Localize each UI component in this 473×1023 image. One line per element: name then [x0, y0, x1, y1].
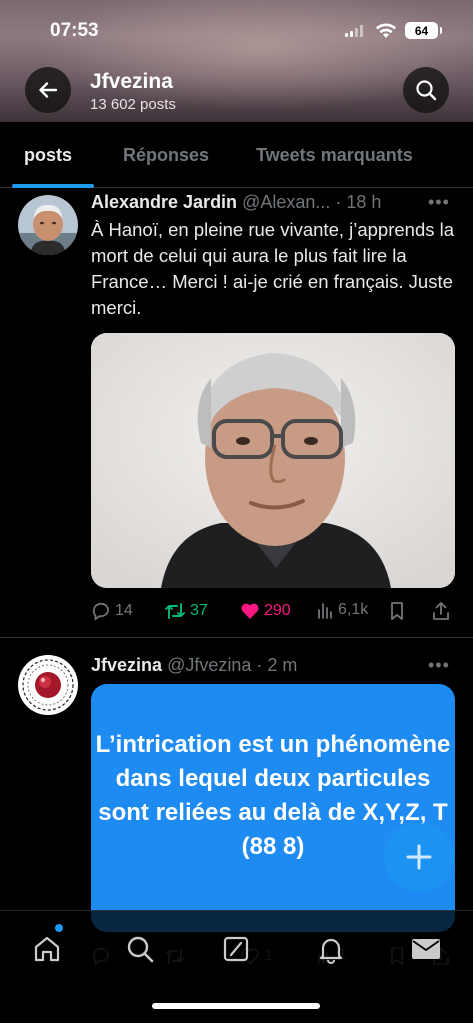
notification-dot — [55, 924, 63, 932]
status-time: 07:53 — [50, 20, 99, 41]
author-name[interactable]: Alexandre Jardin — [91, 192, 237, 212]
reply-count: 14 — [115, 602, 133, 619]
profile-header: 07:53 64 Jfvezina 13 602 posts — [0, 0, 473, 122]
tab-posts[interactable]: posts — [24, 145, 72, 166]
tweet-actions: 14 37 290 6,1k — [91, 601, 456, 625]
active-tab-indicator — [12, 184, 94, 188]
nav-search[interactable] — [122, 931, 158, 967]
views-count: 6,1k — [338, 601, 369, 618]
tweet-header: Jfvezina @Jfvezina · 2 m — [91, 655, 297, 676]
like-button[interactable]: 290 — [240, 601, 291, 621]
mail-icon — [412, 939, 440, 959]
tweet-photo[interactable] — [91, 333, 455, 588]
like-count: 290 — [264, 602, 291, 619]
share-button[interactable] — [431, 601, 451, 621]
author-handle[interactable]: @Jfvezina — [167, 655, 251, 675]
cellular-signal-icon — [345, 25, 363, 37]
avatar[interactable] — [18, 655, 78, 715]
tweet-time: · 2 m — [256, 655, 298, 675]
tab-replies[interactable]: Réponses — [123, 145, 209, 166]
avatar[interactable] — [18, 195, 78, 255]
retweet-button[interactable]: 37 — [164, 601, 208, 621]
profile-tabs: posts Réponses Tweets marquants — [0, 122, 473, 188]
nav-home[interactable] — [29, 931, 65, 967]
retweet-count: 37 — [190, 602, 208, 619]
reply-icon — [92, 602, 109, 621]
nav-grok[interactable] — [218, 931, 254, 967]
more-icon[interactable]: ••• — [428, 655, 450, 676]
share-icon — [433, 602, 449, 620]
tweet-header: Alexandre Jardin @Alexan... · 18 h — [91, 192, 381, 213]
back-button[interactable] — [25, 67, 71, 113]
home-icon — [34, 936, 60, 962]
profile-name: Jfvezina — [90, 70, 173, 93]
views-icon — [318, 603, 332, 619]
tweet-text: À Hanoï, en pleine rue vivante, j’appren… — [91, 219, 455, 318]
tweet-divider — [0, 637, 473, 638]
wifi-icon — [376, 23, 396, 38]
more-icon[interactable]: ••• — [428, 192, 450, 213]
back-arrow-icon — [39, 82, 58, 98]
retweet-icon — [165, 603, 185, 619]
author-name[interactable]: Jfvezina — [91, 655, 162, 675]
views-button[interactable]: 6,1k — [316, 601, 368, 619]
bell-icon — [319, 938, 343, 964]
reply-button[interactable]: 14 — [91, 601, 133, 621]
search-button[interactable] — [403, 67, 449, 113]
bookmark-button[interactable] — [388, 601, 406, 621]
grok-icon — [223, 936, 249, 962]
post-count: 13 602 posts — [90, 96, 176, 113]
status-bar: 07:53 64 — [0, 18, 473, 46]
heart-icon — [241, 603, 259, 619]
battery-icon: 64 — [405, 22, 442, 39]
search-icon — [416, 80, 437, 101]
author-handle[interactable]: @Alexan... — [242, 192, 330, 212]
compose-button[interactable] — [384, 822, 454, 892]
nav-notifications[interactable] — [313, 931, 349, 967]
search-icon — [127, 936, 154, 963]
home-indicator — [152, 1003, 320, 1009]
nav-messages[interactable] — [408, 931, 444, 967]
tweet-time: · 18 h — [335, 192, 382, 212]
plus-icon — [406, 844, 432, 870]
bookmark-icon — [391, 602, 403, 620]
tweet-image-card[interactable]: L’intrication est un phénomène dans lequ… — [91, 684, 455, 932]
tab-highlights[interactable]: Tweets marquants — [256, 145, 413, 166]
